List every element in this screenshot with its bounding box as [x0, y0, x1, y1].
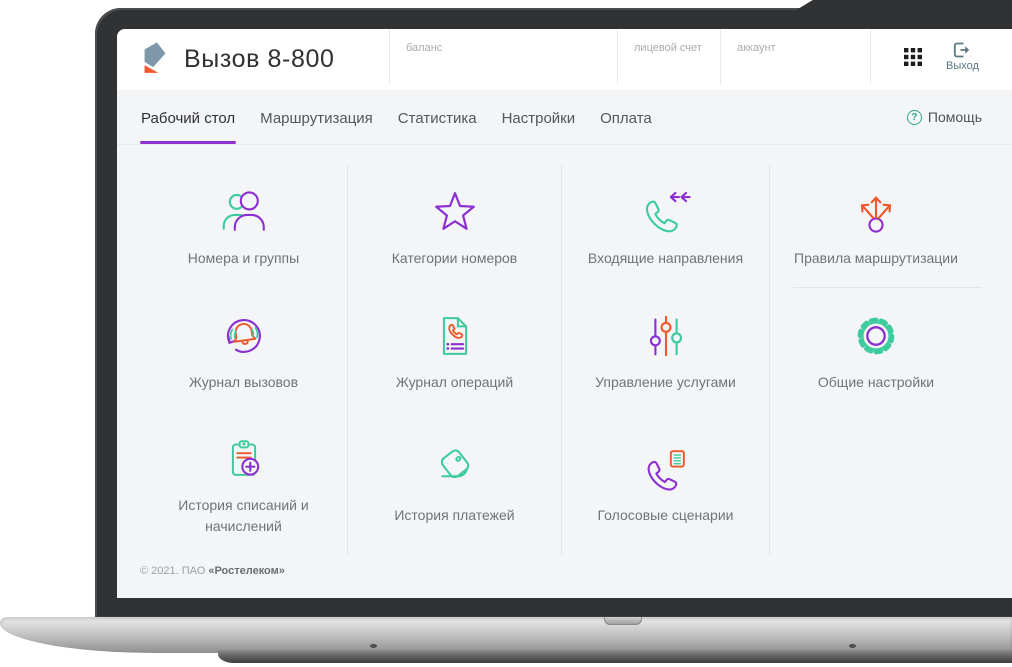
laptop-base: [0, 617, 1012, 653]
tile-label: Общие настройки: [817, 373, 935, 390]
laptop-base-bottom-edge: [218, 650, 1012, 663]
tab-dashboard[interactable]: Рабочий стол: [140, 92, 237, 144]
tile-label: Журнал операций: [395, 373, 514, 390]
header-actions: Выход: [870, 29, 1012, 84]
gear-icon: [857, 317, 895, 354]
tab-statistics[interactable]: Статистика: [397, 92, 478, 143]
tab-settings[interactable]: Настройки: [501, 92, 577, 143]
account-label: аккаунт: [720, 29, 870, 84]
tab-payment[interactable]: Оплата: [599, 92, 653, 143]
logout-button[interactable]: Выход: [946, 42, 979, 72]
operations-document-icon: [442, 316, 467, 355]
copyright: © 2021. ПАО «Ростелеком»: [140, 565, 1012, 577]
help-label: Помощь: [927, 109, 982, 125]
dashboard-tile-grid: Номера и группы Категории номеров Входящ…: [140, 165, 982, 555]
laptop-base-foot: [370, 644, 377, 648]
tile-label: Категории номеров: [391, 249, 518, 266]
copyright-company: «Ростелеком»: [208, 565, 285, 577]
service-sliders-icon: [649, 315, 682, 356]
tile-label: Журнал вызовов: [188, 373, 299, 390]
brand: Вызов 8-800: [117, 29, 389, 90]
tile-label: Входящие направления: [587, 249, 744, 266]
logout-label: Выход: [946, 59, 979, 72]
tile-call-log[interactable]: Журнал вызовов: [140, 288, 348, 413]
laptop-lid-notch: [604, 617, 642, 625]
tile-general-settings[interactable]: Общие настройки: [770, 288, 982, 413]
tile-label: Правила маршрутизации: [794, 249, 958, 266]
call-log-bell-icon: [226, 318, 261, 353]
tile-label: История списаний и начислений: [178, 496, 309, 534]
tile-incoming-directions[interactable]: Входящие направления: [562, 165, 770, 288]
tile-voice-scenarios[interactable]: Голосовые сценарии: [562, 413, 770, 555]
tile-service-management[interactable]: Управление услугами: [562, 288, 770, 413]
tile-label: История платежей: [394, 507, 515, 523]
tile-label: Номера и группы: [187, 249, 300, 266]
rostelecom-logo: [144, 41, 166, 73]
routing-arrows-icon: [860, 195, 892, 233]
tile-routing-rules[interactable]: Правила маршрутизации: [770, 165, 982, 288]
app-title: Вызов 8-800: [184, 45, 335, 73]
tile-numbers-and-groups[interactable]: Номера и группы: [140, 165, 348, 288]
personal-account-label: лицевой счет: [617, 29, 720, 84]
wallet-icon: [440, 449, 469, 479]
tile-number-categories[interactable]: Категории номеров: [348, 165, 562, 288]
copyright-prefix: © 2021. ПАО: [140, 565, 209, 577]
laptop-base-foot: [849, 644, 856, 648]
logout-icon: [954, 42, 970, 57]
users-icon: [222, 190, 265, 231]
main-nav: Рабочий стол Маршрутизация Статистика На…: [117, 90, 1012, 145]
help-button[interactable]: ? Помощь: [906, 109, 982, 125]
laptop-screen: Вызов 8-800 баланс лицевой счет аккаунт: [117, 29, 1012, 598]
incoming-call-icon: [645, 191, 691, 232]
balance-label: баланс: [389, 29, 617, 84]
app-header: Вызов 8-800 баланс лицевой счет аккаунт: [117, 29, 1012, 90]
tile-label: Управление услугами: [595, 373, 736, 390]
charges-clipboard-icon: [231, 439, 259, 476]
voice-script-phone-icon: [647, 450, 685, 491]
help-icon: ?: [906, 109, 922, 125]
apps-grid-icon: [904, 47, 923, 66]
star-icon: [434, 191, 475, 230]
tile-label: Голосовые сценарии: [597, 507, 734, 523]
laptop-bezel-crop-edge: [793, 0, 1012, 12]
tile-operations-log[interactable]: Журнал операций: [348, 288, 562, 413]
tile-payment-history[interactable]: История платежей: [348, 413, 562, 555]
tile-charges-history[interactable]: История списаний и начислений: [140, 413, 348, 555]
tab-routing[interactable]: Маршрутизация: [259, 92, 374, 143]
apps-grid-button[interactable]: [904, 47, 923, 66]
empty-grid-cell: [770, 413, 982, 555]
